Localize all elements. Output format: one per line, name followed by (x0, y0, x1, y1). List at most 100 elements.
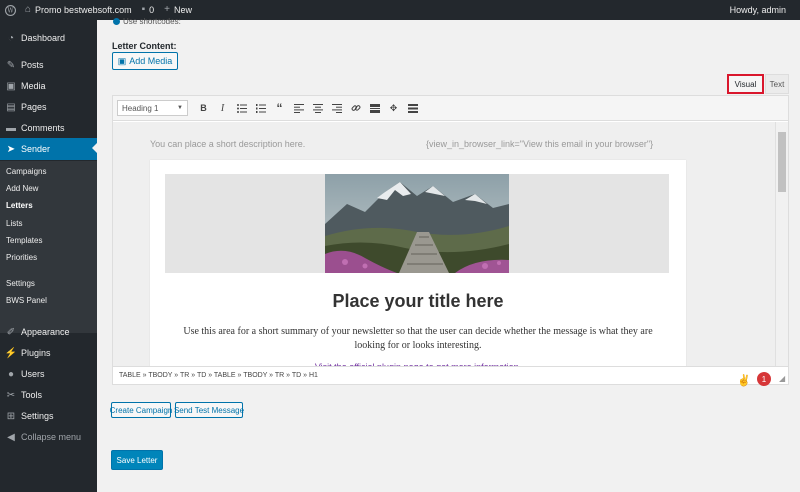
menu-label: Tools (21, 390, 43, 400)
submenu-settings[interactable]: Settings (6, 277, 35, 291)
account-menu[interactable]: Howdy, admin (725, 0, 800, 20)
menu-tools[interactable]: ✂ Tools (0, 385, 97, 405)
pin-icon: ✎ (6, 59, 16, 71)
menu-label: Collapse menu (21, 432, 82, 442)
blockquote-button[interactable]: “ (270, 99, 289, 118)
wrench-icon: ✂ (6, 389, 16, 401)
menu-users[interactable]: ● Users (0, 364, 97, 384)
brush-icon: ✐ (6, 326, 16, 338)
email-template: Place your title here Use this area for … (150, 160, 686, 374)
submenu-templates[interactable]: Templates (6, 234, 42, 248)
comment-icon: ▬ (6, 122, 16, 134)
letter-content-label: Letter Content: (112, 41, 177, 51)
align-right-button[interactable] (327, 99, 346, 118)
submenu-add-new[interactable]: Add New (6, 182, 38, 196)
format-select-value: Heading 1 (122, 103, 159, 113)
main-content: Use shortcodes: Letter Content: ▣ Add Me… (97, 17, 800, 492)
menu-sender[interactable]: ➤ Sender (0, 138, 97, 160)
media-icon: ▣ (117, 55, 127, 66)
menu-label: Comments (21, 123, 65, 133)
menu-posts[interactable]: ✎ Posts (0, 55, 97, 75)
menu-settings[interactable]: ⊞ Settings (0, 406, 97, 426)
site-name: Promo bestwebsoft.com (35, 5, 132, 15)
shortcodes-hint: Use shortcodes: (113, 17, 181, 26)
menu-label: Dashboard (21, 33, 66, 43)
menu-label: Settings (21, 411, 54, 421)
scrollbar-thumb[interactable] (778, 132, 786, 192)
comment-icon: ▪ (141, 4, 146, 15)
menu-dashboard[interactable]: ◔ Dashboard (0, 28, 97, 48)
element-path: TABLE » TBODY » TR » TD » TABLE » TBODY … (113, 366, 788, 384)
menu-media[interactable]: ▣ Media (0, 76, 97, 96)
italic-button[interactable]: I (213, 99, 232, 118)
submenu-lists[interactable]: Lists (6, 217, 22, 231)
menu-plugins[interactable]: ⚡ Plugins (0, 343, 97, 363)
toolbar-toggle-button[interactable] (403, 99, 422, 118)
bulleted-list-button[interactable] (232, 99, 251, 118)
menu-label: Media (21, 81, 46, 91)
submenu-letters[interactable]: Letters (6, 199, 33, 213)
align-center-button[interactable] (308, 99, 327, 118)
user-icon: ● (7, 368, 15, 380)
plus-icon: + (164, 4, 170, 15)
info-icon (113, 18, 120, 26)
submenu-priorities[interactable]: Priorities (6, 251, 37, 265)
settings-icon: ⊞ (6, 410, 16, 422)
menu-label: Posts (21, 60, 44, 70)
notification-badge[interactable]: 1 (757, 372, 771, 386)
email-title: Place your title here (332, 291, 504, 311)
hint-text: Use shortcodes: (123, 17, 181, 26)
send-test-message-button[interactable]: Send Test Message (174, 402, 244, 418)
collapse-icon: ◀ (7, 431, 15, 443)
plug-icon: ⚡ (4, 347, 18, 359)
header-image-row (165, 174, 669, 273)
greeting: Howdy, admin (729, 5, 786, 15)
view-in-browser-shortcode: {view_in_browser_link="View this email i… (426, 139, 654, 149)
create-campaign-button[interactable]: Create Campaign (110, 402, 172, 418)
numbered-list-button[interactable] (251, 99, 270, 118)
tab-visual[interactable]: Visual (727, 74, 764, 94)
header-image (325, 174, 509, 273)
fullscreen-icon[interactable]: ✥ (384, 99, 403, 118)
email-summary: Use this area for a short summary of you… (183, 326, 653, 351)
bold-button[interactable]: B (194, 99, 213, 118)
add-media-label: Add Media (129, 56, 173, 66)
menu-comments[interactable]: ▬ Comments (0, 118, 97, 138)
submenu-campaigns[interactable]: Campaigns (6, 165, 46, 179)
resize-handle-icon[interactable]: ◢ (779, 375, 787, 383)
save-letter-button[interactable]: Save Letter (111, 450, 163, 470)
element-path-text: TABLE » TBODY » TR » TD » TABLE » TBODY … (119, 372, 318, 379)
align-left-button[interactable] (289, 99, 308, 118)
media-icon: ▣ (6, 80, 16, 92)
new-label: New (174, 5, 193, 15)
editor-toolbar: Heading 1 ▼ B I “ ✥ (113, 96, 788, 121)
link-icon[interactable] (346, 99, 365, 118)
preheader-description: You can place a short description here. (150, 139, 306, 149)
victory-hand-icon: ✌ (737, 375, 751, 387)
editor-body[interactable]: You can place a short description here. … (113, 122, 775, 374)
menu-label: Plugins (21, 348, 51, 358)
sender-submenu: Campaigns Add New Letters Lists Template… (0, 161, 97, 333)
admin-sidebar: ◔ Dashboard ✎ Posts ▣ Media ▤ Pages ▬ Co… (0, 20, 97, 492)
menu-appearance[interactable]: ✐ Appearance (0, 322, 97, 342)
menu-label: Pages (21, 102, 47, 112)
format-select[interactable]: Heading 1 ▼ (117, 100, 188, 116)
add-media-button[interactable]: ▣ Add Media (112, 52, 178, 70)
svg-text:W: W (7, 7, 14, 14)
menu-pages[interactable]: ▤ Pages (0, 97, 97, 117)
send-icon: ➤ (6, 143, 16, 155)
editor-scrollbar[interactable] (775, 122, 788, 374)
letter-editor: Heading 1 ▼ B I “ ✥ You can place a shor… (112, 95, 789, 385)
submenu-bws-panel[interactable]: BWS Panel (6, 294, 47, 308)
tab-text[interactable]: Text (765, 74, 789, 94)
wordpress-logo-icon[interactable]: W (0, 0, 20, 20)
chevron-down-icon: ▼ (177, 105, 183, 111)
home-icon: ⌂ (25, 4, 32, 15)
gauge-icon: ◔ (7, 32, 15, 44)
menu-label: Users (21, 369, 45, 379)
read-more-button[interactable] (365, 99, 384, 118)
comments-count: 0 (149, 5, 155, 15)
menu-label: Sender (21, 144, 51, 154)
menu-collapse[interactable]: ◀ Collapse menu (0, 427, 97, 447)
page-icon: ▤ (6, 101, 16, 113)
